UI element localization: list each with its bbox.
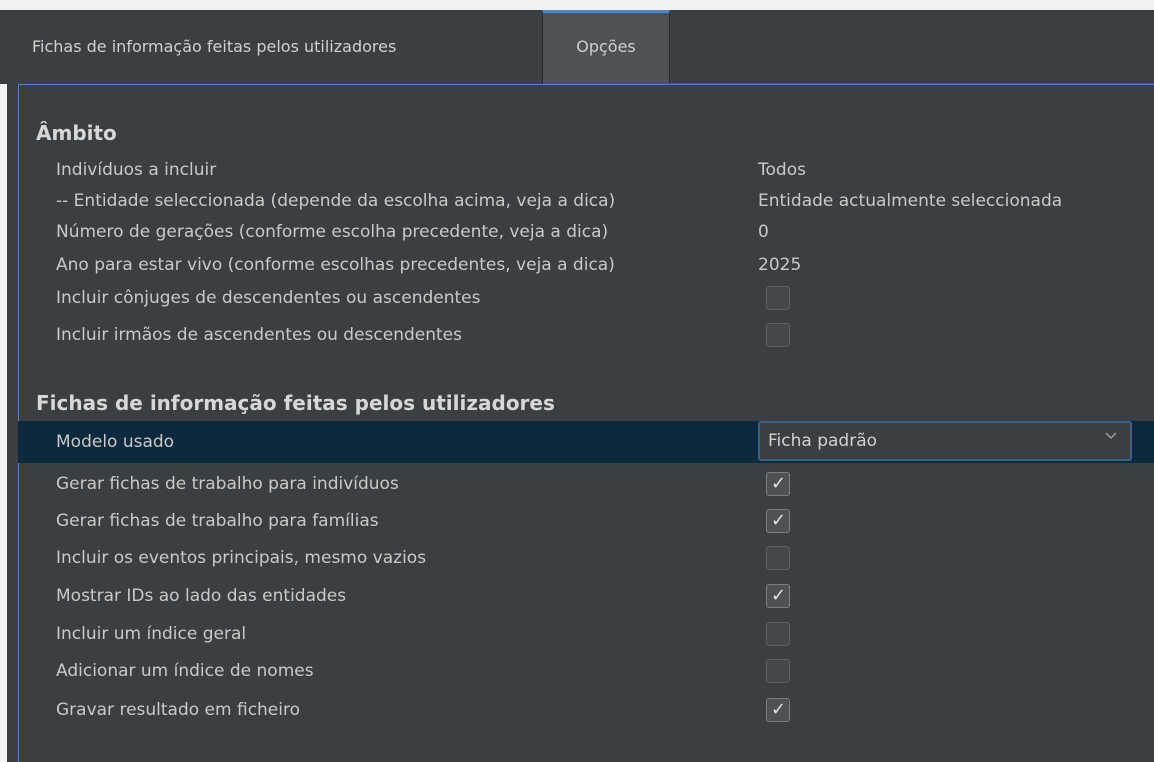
section-title-scope: Âmbito — [36, 121, 117, 145]
option-label: Indivíduos a incluir — [56, 160, 217, 180]
option-row: Número de gerações (conforme escolha pre… — [18, 218, 1154, 246]
check-icon: ✓ — [771, 585, 787, 606]
option-row: Gerar fichas de trabalho para indivíduos… — [18, 470, 1154, 498]
model-select-value: Ficha padrão — [768, 431, 878, 451]
option-value[interactable]: 0 — [758, 218, 769, 246]
save-to-file-checkbox[interactable]: ✓ — [766, 698, 790, 722]
window-left-edge — [0, 0, 7, 762]
option-label: Incluir os eventos principais, mesmo vaz… — [56, 548, 427, 568]
option-label: Incluir irmãos de ascendentes ou descend… — [56, 325, 462, 345]
include-main-events-checkbox[interactable] — [766, 546, 790, 570]
add-name-index-checkbox[interactable] — [766, 659, 790, 683]
option-value[interactable]: 2025 — [758, 251, 801, 279]
tab-user-info-sheets[interactable]: Fichas de informação feitas pelos utiliz… — [22, 10, 542, 84]
option-label: Gerar fichas de trabalho para indivíduos — [56, 474, 399, 494]
option-row: Indivíduos a incluir Todos — [18, 156, 1154, 184]
tab-bar: Fichas de informação feitas pelos utiliz… — [0, 10, 1154, 84]
gen-family-sheets-checkbox[interactable]: ✓ — [766, 509, 790, 533]
option-label: Incluir cônjuges de descendentes ou asce… — [56, 288, 481, 308]
option-row: Incluir cônjuges de descendentes ou asce… — [18, 284, 1154, 312]
chevron-down-icon — [1105, 432, 1117, 440]
option-value[interactable]: Todos — [758, 156, 806, 184]
model-select[interactable]: Ficha padrão — [758, 421, 1132, 461]
option-row: Incluir os eventos principais, mesmo vaz… — [18, 544, 1154, 572]
include-spouses-checkbox[interactable] — [766, 286, 790, 310]
option-row: Mostrar IDs ao lado das entidades ✓ — [18, 582, 1154, 610]
option-row: Incluir irmãos de ascendentes ou descend… — [18, 321, 1154, 349]
model-row: Modelo usado Ficha padrão — [18, 421, 1154, 463]
include-siblings-checkbox[interactable] — [766, 323, 790, 347]
option-row: Gerar fichas de trabalho para famílias ✓ — [18, 507, 1154, 535]
option-label: Gerar fichas de trabalho para famílias — [56, 511, 379, 531]
check-icon: ✓ — [771, 699, 787, 720]
option-row: -- Entidade seleccionada (depende da esc… — [18, 187, 1154, 215]
model-label: Modelo usado — [56, 432, 175, 452]
include-general-index-checkbox[interactable] — [766, 622, 790, 646]
option-label: Adicionar um índice de nomes — [56, 661, 314, 681]
option-label: Número de gerações (conforme escolha pre… — [56, 222, 609, 242]
option-label: Gravar resultado em ficheiro — [56, 700, 301, 720]
option-label: Ano para estar vivo (conforme escolhas p… — [56, 255, 615, 275]
check-icon: ✓ — [771, 473, 787, 494]
option-row: Incluir um índice geral — [18, 620, 1154, 648]
gen-individual-sheets-checkbox[interactable]: ✓ — [766, 472, 790, 496]
option-row: Gravar resultado em ficheiro ✓ — [18, 696, 1154, 724]
option-label: -- Entidade seleccionada (depende da esc… — [56, 191, 616, 211]
show-ids-checkbox[interactable]: ✓ — [766, 584, 790, 608]
option-value[interactable]: Entidade actualmente seleccionada — [758, 187, 1062, 215]
check-icon: ✓ — [771, 510, 787, 531]
tab-options[interactable]: Opções — [542, 10, 670, 84]
option-label: Mostrar IDs ao lado das entidades — [56, 586, 347, 606]
section-title-sheets: Fichas de informação feitas pelos utiliz… — [36, 391, 555, 415]
option-row: Ano para estar vivo (conforme escolhas p… — [18, 251, 1154, 279]
option-label: Incluir um índice geral — [56, 624, 247, 644]
option-row: Adicionar um índice de nomes — [18, 657, 1154, 685]
window-top-edge — [0, 0, 1154, 10]
